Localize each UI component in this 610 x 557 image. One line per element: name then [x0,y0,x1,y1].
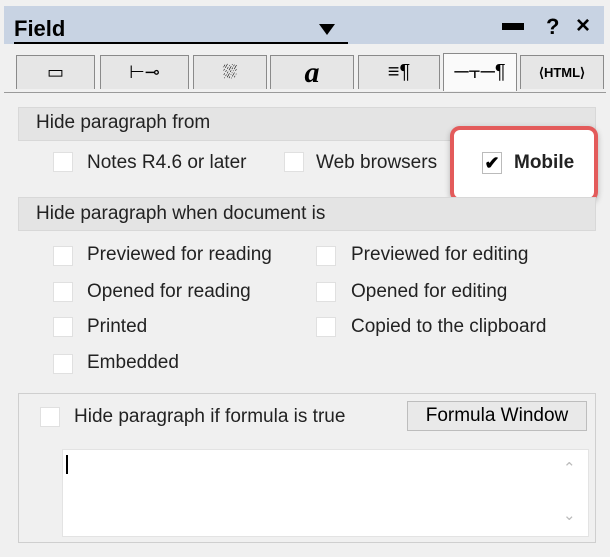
tab-info[interactable]: ▭ [16,55,95,89]
web-browsers-label: Web browsers [316,152,438,173]
close-icon[interactable]: × [576,12,590,40]
opened-editing-label: Opened for editing [351,281,508,302]
opened-editing-checkbox[interactable] [316,282,336,302]
tab-font[interactable]: a [270,55,354,89]
formula-label: Hide paragraph if formula is true [74,406,346,427]
text-caret [66,455,68,474]
mobile-checkbox[interactable]: ✔ [482,152,502,174]
title-underline [14,42,348,44]
properties-panel: Field ? × ▭ ⊢⊸ ⛆ a ≡¶ ─⫟─¶ ⟨HTML⟩ Hide p… [0,0,610,557]
previewed-reading-label: Previewed for reading [87,244,272,265]
embedded-label: Embedded [87,352,179,373]
tab-paragraph-alignment[interactable]: ≡¶ [358,55,440,89]
formula-input[interactable] [62,449,589,537]
tab-divider [4,92,606,93]
tab-html[interactable]: ⟨HTML⟩ [520,55,604,89]
opened-reading-checkbox[interactable] [53,282,73,302]
tab-color[interactable]: ⛆ [193,55,267,89]
printed-label: Printed [87,316,148,337]
minimize-icon[interactable] [502,23,524,30]
hide-paragraph-icon: ─⫟─¶ [454,61,506,83]
web-browsers-checkbox[interactable] [284,152,304,172]
hide-when-header: Hide paragraph when document is [36,203,326,224]
formula-checkbox[interactable] [40,407,60,427]
color-icon: ⛆ [222,62,238,82]
copied-clipboard-checkbox[interactable] [316,317,336,337]
previewed-reading-checkbox[interactable] [53,246,73,266]
printed-checkbox[interactable] [53,317,73,337]
panel-title[interactable]: Field [14,16,65,42]
notes-checkbox[interactable] [53,152,73,172]
tab-font-position[interactable]: ⊢⊸ [100,55,189,89]
formula-window-button[interactable]: Formula Window [407,401,587,431]
opened-reading-label: Opened for reading [87,281,251,302]
notes-label: Notes R4.6 or later [87,152,247,173]
tab-hide-paragraph[interactable]: ─⫟─¶ [443,53,517,91]
font-icon: a [304,55,320,89]
hide-from-header: Hide paragraph from [36,112,211,133]
paragraph-alignment-icon: ≡¶ [387,61,411,83]
previewed-editing-checkbox[interactable] [316,246,336,266]
chevron-down-icon[interactable] [319,24,335,35]
help-icon[interactable]: ? [546,14,559,40]
box-info-icon: ▭ [46,62,64,82]
scroll-down-icon[interactable]: ⌄ [563,506,576,524]
scroll-up-icon[interactable]: ⌃ [563,459,576,477]
mobile-label: Mobile [514,152,575,173]
previewed-editing-label: Previewed for editing [351,244,529,265]
copied-clipboard-label: Copied to the clipboard [351,316,547,337]
embedded-checkbox[interactable] [53,354,73,374]
font-position-icon: ⊢⊸ [129,62,160,82]
html-icon: ⟨HTML⟩ [538,64,586,80]
